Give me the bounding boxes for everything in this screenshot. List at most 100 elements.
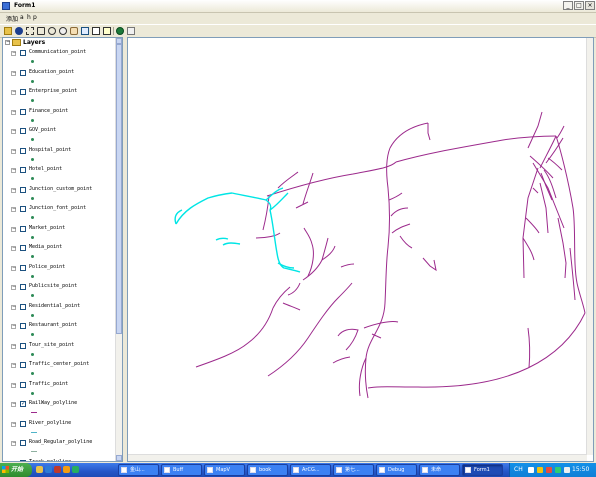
zoom-in-icon[interactable]: [48, 27, 56, 35]
layer-item[interactable]: − Junction_font_point: [3, 204, 122, 224]
taskbar-button[interactable]: Form1: [462, 464, 503, 476]
layer-item[interactable]: − Media_point: [3, 243, 122, 263]
collapse-icon[interactable]: −: [11, 51, 16, 56]
layer-item[interactable]: − Restaurant_point: [3, 321, 122, 341]
collapse-icon[interactable]: −: [11, 207, 16, 212]
measure-icon[interactable]: [127, 27, 135, 35]
taskbar-button[interactable]: 未命: [419, 464, 460, 476]
collapse-icon[interactable]: −: [11, 70, 16, 76]
layer-item[interactable]: − Junction_custom_point: [3, 185, 122, 205]
layer-item[interactable]: − Finance_point: [3, 107, 122, 127]
collapse-icon[interactable]: −: [11, 285, 16, 290]
collapse-icon[interactable]: −: [11, 441, 16, 446]
layer-item[interactable]: − GOV_point: [3, 126, 122, 146]
collapse-icon[interactable]: −: [11, 382, 16, 388]
layer-item[interactable]: − Market_point: [3, 224, 122, 244]
layer-item[interactable]: − Traffic_point: [3, 380, 122, 400]
layer-item[interactable]: − Track_polyline: [3, 458, 122, 461]
layer-visibility-checkbox[interactable]: [20, 108, 26, 115]
identify-icon[interactable]: [92, 27, 100, 35]
collapse-icon[interactable]: −: [5, 40, 10, 45]
zoom-out-icon[interactable]: [59, 27, 67, 35]
map-canvas[interactable]: [128, 38, 594, 462]
menu-item-add[interactable]: 添加: [6, 14, 18, 23]
map-horizontal-scrollbar[interactable]: [128, 454, 587, 461]
taskbar-button[interactable]: 金山...: [118, 464, 159, 476]
layer-visibility-checkbox[interactable]: [20, 284, 26, 290]
layer-item[interactable]: − Hospital_point: [3, 146, 122, 166]
maximize-button[interactable]: □: [574, 1, 584, 10]
layer-visibility-checkbox[interactable]: [20, 225, 26, 232]
layer-item[interactable]: − Tour_site_point: [3, 341, 122, 361]
collapse-icon[interactable]: −: [11, 265, 16, 271]
layer-visibility-checkbox[interactable]: [20, 206, 26, 212]
layer-visibility-checkbox[interactable]: [20, 186, 26, 193]
layer-item[interactable]: − ✓ RailWay_polyline: [3, 399, 122, 419]
layer-visibility-checkbox[interactable]: [20, 245, 26, 251]
layer-visibility-checkbox[interactable]: [20, 50, 26, 56]
map-control[interactable]: [127, 37, 594, 462]
collapse-icon[interactable]: −: [11, 304, 16, 310]
layer-visibility-checkbox[interactable]: [20, 381, 26, 388]
quicklaunch-media-icon[interactable]: [63, 466, 70, 473]
collapse-icon[interactable]: −: [11, 343, 16, 349]
layer-visibility-checkbox[interactable]: [20, 420, 26, 427]
toc-scrollbar[interactable]: [115, 38, 122, 461]
layer-visibility-checkbox[interactable]: [20, 69, 26, 76]
quicklaunch-desktop-icon[interactable]: [72, 466, 79, 473]
layer-visibility-checkbox[interactable]: [20, 167, 26, 173]
layer-item[interactable]: − Residential_point: [3, 302, 122, 322]
tray-update-icon[interactable]: [564, 467, 570, 473]
collapse-icon[interactable]: −: [11, 226, 16, 232]
collapse-icon[interactable]: −: [11, 187, 16, 193]
collapse-icon[interactable]: −: [11, 363, 16, 368]
layer-item[interactable]: − Road_Regular_polyline: [3, 438, 122, 458]
tray-network-icon[interactable]: [555, 467, 561, 473]
collapse-icon[interactable]: −: [11, 324, 16, 329]
tray-volume-icon[interactable]: [537, 467, 543, 473]
layer-visibility-checkbox[interactable]: [20, 128, 26, 134]
map-tips-icon[interactable]: [103, 27, 111, 35]
minimize-button[interactable]: _: [563, 1, 573, 10]
tray-ime-icon[interactable]: [528, 467, 534, 473]
layer-visibility-checkbox[interactable]: [20, 147, 26, 154]
quicklaunch-browser-icon[interactable]: [45, 466, 52, 473]
layer-visibility-checkbox[interactable]: [20, 323, 26, 329]
quicklaunch-app-icon[interactable]: [54, 466, 61, 473]
quicklaunch-folder-icon[interactable]: [36, 466, 43, 473]
collapse-icon[interactable]: −: [11, 421, 16, 427]
layer-item[interactable]: − Traffic_center_point: [3, 360, 122, 380]
info-icon[interactable]: [15, 27, 23, 35]
select-icon[interactable]: [81, 27, 89, 35]
taskbar-button[interactable]: ArCG...: [290, 464, 331, 476]
taskbar-button[interactable]: book: [247, 464, 288, 476]
tray-security-icon[interactable]: [546, 467, 552, 473]
map-vertical-scrollbar[interactable]: [586, 38, 593, 455]
full-extent-icon[interactable]: [26, 27, 34, 35]
layer-visibility-checkbox[interactable]: [20, 362, 26, 368]
clock[interactable]: 15:50: [572, 463, 589, 477]
start-button[interactable]: 开始: [0, 463, 32, 477]
layer-visibility-checkbox[interactable]: [20, 342, 26, 349]
collapse-icon[interactable]: −: [11, 246, 16, 251]
layer-visibility-checkbox[interactable]: [20, 264, 26, 271]
taskbar-button[interactable]: MapV: [204, 464, 245, 476]
layer-item[interactable]: − Police_point: [3, 263, 122, 283]
layer-item[interactable]: − River_polyline: [3, 419, 122, 439]
menu-item-h[interactable]: h: [27, 14, 31, 21]
taskbar-button[interactable]: 第七...: [333, 464, 374, 476]
layer-visibility-checkbox[interactable]: ✓: [20, 401, 26, 407]
menu-item-p[interactable]: p: [33, 14, 37, 21]
collapse-icon[interactable]: −: [11, 460, 16, 461]
scroll-down-arrow[interactable]: [116, 455, 122, 461]
layer-visibility-checkbox[interactable]: [20, 89, 26, 95]
layer-visibility-checkbox[interactable]: [20, 303, 26, 310]
close-button[interactable]: ×: [585, 1, 595, 10]
collapse-icon[interactable]: −: [11, 402, 16, 407]
taskbar-button[interactable]: Buff: [161, 464, 202, 476]
collapse-icon[interactable]: −: [11, 90, 16, 95]
collapse-icon[interactable]: −: [11, 109, 16, 115]
layer-item[interactable]: − Enterprise_point: [3, 87, 122, 107]
menu-item-a[interactable]: a: [20, 14, 24, 21]
scroll-thumb[interactable]: [116, 44, 122, 334]
